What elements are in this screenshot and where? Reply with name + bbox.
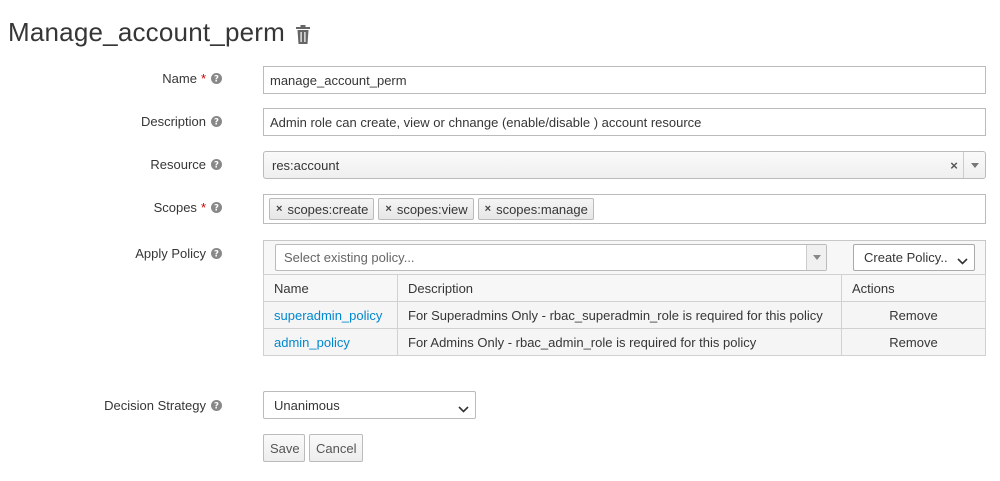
help-icon[interactable]: ? (211, 159, 222, 170)
scope-chip: × scopes:manage (477, 198, 594, 220)
scope-chip-label: scopes:view (396, 201, 468, 217)
policy-select[interactable]: Select existing policy... (275, 244, 827, 271)
help-icon[interactable]: ? (211, 116, 222, 127)
caret-down-icon[interactable] (963, 152, 985, 178)
apply-policy-panel: Select existing policy... Create Policy.… (263, 240, 986, 356)
policy-link[interactable]: admin_policy (274, 335, 350, 350)
apply-policy-label-text: Apply Policy (135, 246, 206, 261)
name-label: Name * ? (162, 71, 222, 86)
help-icon[interactable]: ? (211, 400, 222, 411)
clear-icon[interactable]: × (945, 158, 963, 173)
name-input[interactable] (270, 72, 979, 88)
required-mark: * (200, 200, 206, 215)
help-icon[interactable]: ? (211, 73, 222, 84)
help-icon[interactable]: ? (211, 248, 222, 259)
remove-policy-button[interactable]: Remove (841, 301, 986, 329)
resource-value: res:account (272, 157, 340, 173)
svg-text:?: ? (214, 402, 219, 411)
svg-text:?: ? (214, 118, 219, 127)
table-row: superadmin_policy For Superadmins Only -… (263, 301, 986, 329)
remove-policy-button[interactable]: Remove (841, 328, 986, 356)
policies-table: Name Description Actions superadmin_poli… (263, 274, 986, 356)
scope-chip: × scopes:create (269, 198, 375, 220)
required-mark: * (200, 71, 206, 86)
svg-text:?: ? (214, 161, 219, 170)
description-field[interactable] (263, 108, 986, 136)
resource-label-text: Resource (150, 157, 206, 172)
policy-name-cell: superadmin_policy (263, 301, 398, 329)
svg-text:?: ? (214, 250, 219, 259)
policy-name-cell: admin_policy (263, 328, 398, 356)
page-header: Manage_account_perm (8, 14, 311, 50)
remove-icon[interactable]: × (485, 203, 491, 215)
column-header-description: Description (397, 274, 842, 302)
scope-chip-label: scopes:create (287, 201, 369, 217)
help-icon[interactable]: ? (211, 202, 222, 213)
table-row: admin_policy For Admins Only - rbac_admi… (263, 328, 986, 356)
name-label-text: Name (162, 71, 197, 86)
decision-strategy-value: Unanimous (274, 397, 340, 413)
description-label-text: Description (140, 114, 206, 129)
scopes-label: Scopes * ? (154, 200, 222, 215)
scopes-multiselect[interactable]: × scopes:create × scopes:view × scopes:m… (263, 194, 986, 224)
svg-text:?: ? (214, 204, 219, 213)
svg-text:?: ? (214, 75, 219, 84)
description-label: Description ? (141, 114, 222, 129)
trash-icon[interactable] (295, 24, 311, 44)
policy-description-cell: For Admins Only - rbac_admin_role is req… (397, 328, 842, 356)
table-header-row: Name Description Actions (263, 274, 986, 302)
decision-strategy-label: Decision Strategy ? (104, 398, 222, 413)
chevron-down-icon (957, 253, 968, 268)
decision-strategy-label-text: Decision Strategy (104, 398, 206, 413)
scope-chip-label: scopes:manage (496, 201, 588, 217)
name-field[interactable] (263, 66, 986, 94)
scope-chip: × scopes:view (378, 198, 474, 220)
column-header-actions: Actions (841, 274, 986, 302)
chevron-down-icon (458, 401, 469, 416)
decision-strategy-select[interactable]: Unanimous (263, 391, 476, 419)
column-header-name: Name (263, 274, 398, 302)
create-policy-dropdown[interactable]: Create Policy.. (853, 244, 975, 271)
cancel-button[interactable]: Cancel (309, 434, 363, 462)
remove-icon[interactable]: × (385, 203, 391, 215)
description-input[interactable] (270, 114, 979, 130)
policy-select-placeholder: Select existing policy... (284, 250, 415, 265)
resource-label: Resource ? (150, 157, 222, 172)
resource-select[interactable]: res:account × (263, 151, 986, 179)
policy-description-cell: For Superadmins Only - rbac_superadmin_r… (397, 301, 842, 329)
apply-policy-label: Apply Policy ? (135, 246, 222, 261)
remove-icon[interactable]: × (276, 203, 282, 215)
save-button[interactable]: Save (263, 434, 305, 462)
create-policy-label: Create Policy.. (864, 250, 948, 265)
policy-link[interactable]: superadmin_policy (274, 308, 382, 323)
scopes-label-text: Scopes (153, 200, 197, 215)
page-title: Manage_account_perm (8, 16, 285, 47)
caret-down-icon[interactable] (806, 245, 826, 270)
